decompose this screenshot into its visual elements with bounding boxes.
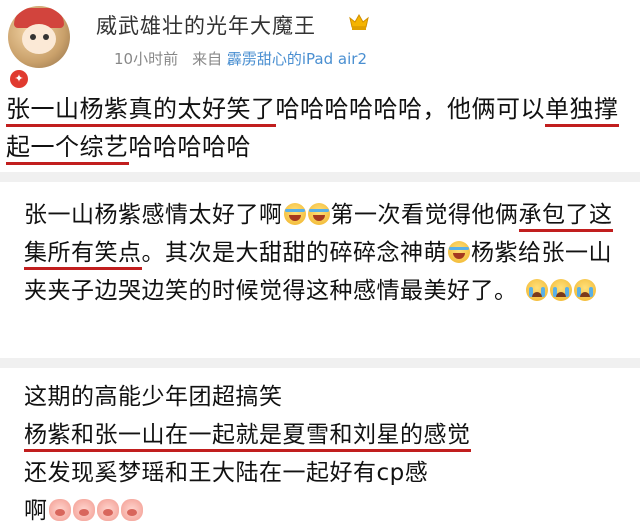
- avatar-face: [22, 24, 56, 54]
- pig-emoji-icon: [96, 499, 119, 521]
- vip-crown-icon: [349, 13, 369, 30]
- laugh-cry-emoji-icon: [283, 203, 306, 225]
- verified-badge-icon: ✦: [10, 70, 28, 88]
- crying-emoji-icon: [550, 279, 573, 301]
- laugh-cry-emoji-icon: [448, 241, 470, 263]
- comment-text: 张一山杨紫感情太好了啊 第一次看觉得他俩承包了这集所有笑点。其次是大甜甜的碎碎念神…: [24, 196, 629, 310]
- source-prefix: 来自: [192, 50, 223, 68]
- underlined-text: 张一山杨紫真的太好笑了: [6, 95, 276, 127]
- comment-card: 张一山杨紫感情太好了啊 第一次看觉得他俩承包了这集所有笑点。其次是大甜甜的碎碎念神…: [0, 184, 640, 354]
- weibo-post-card: ✦ 威武雄壮的光年大魔王 10小时前 来自 霹雳甜心的iPad air2 张一山杨…: [0, 0, 640, 170]
- pig-emoji-icon: [72, 499, 95, 521]
- comment-segment: 第一次看觉得他俩: [330, 202, 519, 228]
- pig-emoji-icon: [120, 499, 143, 521]
- avatar-eye: [43, 34, 49, 40]
- comment-segment: 。其次是大甜甜的碎碎念神萌: [141, 240, 447, 266]
- divider: [0, 172, 640, 182]
- comment-text: 这期的高能少年团超搞笑 杨紫和张一山在一起就是夏雪和刘星的感觉 还发现奚梦瑶和王…: [24, 378, 629, 530]
- underlined-text: 杨紫和张一山在一起就是夏雪和刘星的感觉: [24, 422, 471, 452]
- post-text-segment: 哈哈哈哈哈哈，他俩可以: [275, 95, 545, 123]
- comment-line: 啊: [24, 498, 48, 524]
- comment-line: 这期的高能少年团超搞笑: [24, 384, 283, 410]
- post-text-segment: 哈哈哈哈哈: [128, 133, 251, 161]
- pig-emoji-icon: [48, 499, 71, 521]
- avatar-eye: [30, 34, 36, 40]
- comment-segment: 张一山杨紫感情太好了啊: [24, 202, 283, 228]
- post-time: 10小时前: [114, 50, 179, 68]
- avatar[interactable]: [8, 6, 70, 68]
- comment-card: 这期的高能少年团超搞笑 杨紫和张一山在一起就是夏雪和刘星的感觉 还发现奚梦瑶和王…: [0, 370, 640, 531]
- post-meta: 10小时前 来自 霹雳甜心的iPad air2: [114, 48, 367, 69]
- divider: [0, 358, 640, 368]
- post-body: 张一山杨紫真的太好笑了哈哈哈哈哈哈，他俩可以单独撑起一个综艺哈哈哈哈哈: [6, 90, 631, 166]
- crying-emoji-icon: [574, 279, 597, 301]
- crying-emoji-icon: [526, 279, 549, 301]
- username[interactable]: 威武雄壮的光年大魔王: [96, 10, 316, 40]
- comment-line: 还发现奚梦瑶和王大陆在一起好有cp感: [24, 460, 429, 486]
- device-link[interactable]: 霹雳甜心的iPad air2: [227, 50, 367, 68]
- laugh-cry-emoji-icon: [307, 203, 330, 225]
